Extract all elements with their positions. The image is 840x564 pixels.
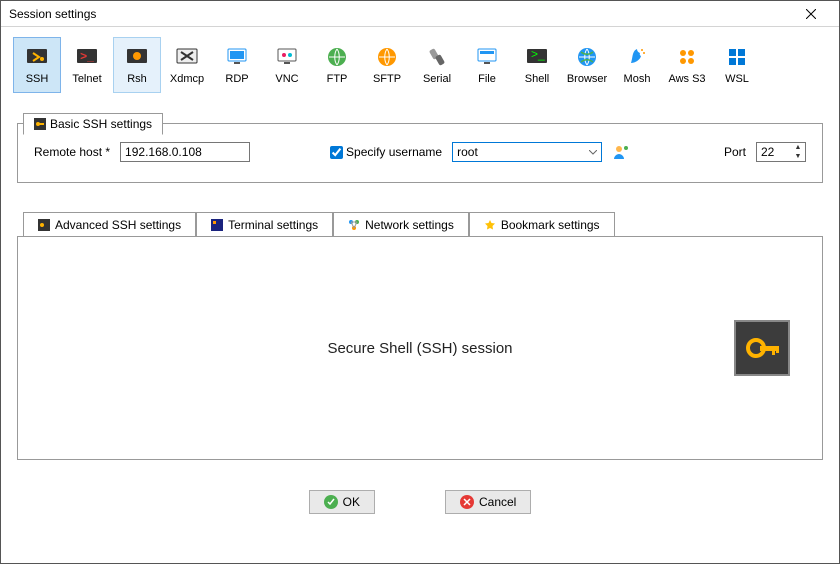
xdmcp-icon — [175, 45, 199, 69]
ssh-big-icon — [734, 320, 790, 376]
session-type-label: Xdmcp — [170, 73, 204, 85]
tab-label: Network settings — [365, 218, 454, 232]
session-type-label: File — [478, 73, 496, 85]
session-type-file[interactable]: File — [463, 37, 511, 93]
session-type-ftp[interactable]: FTP — [313, 37, 361, 93]
session-type-wsl[interactable]: WSL — [713, 37, 761, 93]
session-type-label: Aws S3 — [668, 73, 705, 85]
close-button[interactable] — [791, 1, 831, 27]
session-type-label: RDP — [225, 73, 248, 85]
session-type-ssh[interactable]: SSH — [13, 37, 61, 93]
username-input[interactable] — [452, 142, 602, 162]
session-type-telnet[interactable]: >_ Telnet — [63, 37, 111, 93]
username-combo[interactable] — [452, 142, 602, 162]
remote-host-label: Remote host * — [34, 145, 110, 159]
wsl-icon — [725, 45, 749, 69]
session-type-mosh[interactable]: Mosh — [613, 37, 661, 93]
session-type-label: VNC — [275, 73, 298, 85]
session-type-label: Telnet — [72, 73, 101, 85]
session-description-panel: Secure Shell (SSH) session — [17, 236, 823, 460]
close-icon — [806, 9, 816, 19]
session-type-xdmcp[interactable]: Xdmcp — [163, 37, 211, 93]
session-type-browser[interactable]: Browser — [563, 37, 611, 93]
check-icon — [324, 495, 338, 509]
session-type-vnc[interactable]: VNC — [263, 37, 311, 93]
session-type-label: SFTP — [373, 73, 401, 85]
button-label: Cancel — [479, 495, 516, 509]
specify-username-check[interactable] — [330, 146, 343, 159]
session-type-label: SSH — [26, 73, 49, 85]
rdp-icon — [225, 45, 249, 69]
tab-label: Terminal settings — [228, 218, 318, 232]
tab-label: Bookmark settings — [501, 218, 600, 232]
tab-advanced-ssh[interactable]: Advanced SSH settings — [23, 212, 196, 237]
vnc-icon — [275, 45, 299, 69]
session-description: Secure Shell (SSH) session — [327, 340, 512, 357]
telnet-icon: >_ — [75, 45, 99, 69]
key-icon — [34, 118, 46, 130]
ok-button[interactable]: OK — [309, 490, 375, 514]
star-icon — [484, 219, 496, 231]
titlebar: Session settings — [1, 1, 839, 27]
sub-tab-bar: Advanced SSH settings Terminal settings … — [23, 211, 823, 236]
terminal-icon — [211, 219, 223, 231]
session-type-label: Serial — [423, 73, 451, 85]
port-spin-up[interactable]: ▲ — [791, 143, 805, 152]
remote-host-input[interactable] — [120, 142, 250, 162]
session-type-awss3[interactable]: Aws S3 — [663, 37, 711, 93]
tab-label: Advanced SSH settings — [55, 218, 181, 232]
session-type-label: Mosh — [624, 73, 651, 85]
session-type-serial[interactable]: Serial — [413, 37, 461, 93]
session-type-label: Shell — [525, 73, 549, 85]
specify-username-label: Specify username — [346, 145, 442, 159]
file-icon — [475, 45, 499, 69]
key-icon — [38, 219, 50, 231]
tab-network[interactable]: Network settings — [333, 212, 469, 237]
specify-username-checkbox[interactable]: Specify username — [330, 145, 442, 159]
cancel-button[interactable]: Cancel — [445, 490, 531, 514]
svg-text:>_: >_ — [80, 49, 94, 63]
dialog-buttons: OK Cancel — [17, 490, 823, 514]
port-spinner[interactable]: ▲ ▼ — [756, 142, 806, 162]
rsh-icon — [125, 45, 149, 69]
session-type-rsh[interactable]: Rsh — [113, 37, 161, 93]
button-label: OK — [343, 495, 360, 509]
window-title: Session settings — [9, 7, 96, 21]
session-type-shell[interactable]: >_ Shell — [513, 37, 561, 93]
session-settings-dialog: Session settings SSH >_ Telnet Rsh — [0, 0, 840, 564]
session-type-label: Rsh — [127, 73, 147, 85]
mosh-icon — [625, 45, 649, 69]
session-type-sftp[interactable]: SFTP — [363, 37, 411, 93]
tab-terminal[interactable]: Terminal settings — [196, 212, 333, 237]
session-type-label: WSL — [725, 73, 749, 85]
credentials-manager-button[interactable] — [612, 143, 630, 161]
network-icon — [348, 219, 360, 231]
ssh-icon — [25, 45, 49, 69]
awss3-icon — [675, 45, 699, 69]
basic-settings-group: Basic SSH settings Remote host * Specify… — [17, 123, 823, 183]
basic-settings-title: Basic SSH settings — [50, 117, 152, 131]
shell-icon: >_ — [525, 45, 549, 69]
session-type-toolbar: SSH >_ Telnet Rsh Xdmcp R — [1, 27, 839, 101]
svg-text:>_: >_ — [531, 47, 545, 61]
port-spin-down[interactable]: ▼ — [791, 152, 805, 161]
basic-settings-tab[interactable]: Basic SSH settings — [23, 113, 163, 135]
port-input[interactable] — [757, 143, 791, 161]
session-type-rdp[interactable]: RDP — [213, 37, 261, 93]
tab-bookmark[interactable]: Bookmark settings — [469, 212, 615, 237]
serial-icon — [425, 45, 449, 69]
browser-icon — [575, 45, 599, 69]
session-type-label: Browser — [567, 73, 607, 85]
ftp-icon — [325, 45, 349, 69]
session-type-label: FTP — [327, 73, 348, 85]
x-icon — [460, 495, 474, 509]
sftp-icon — [375, 45, 399, 69]
port-label: Port — [724, 145, 746, 159]
